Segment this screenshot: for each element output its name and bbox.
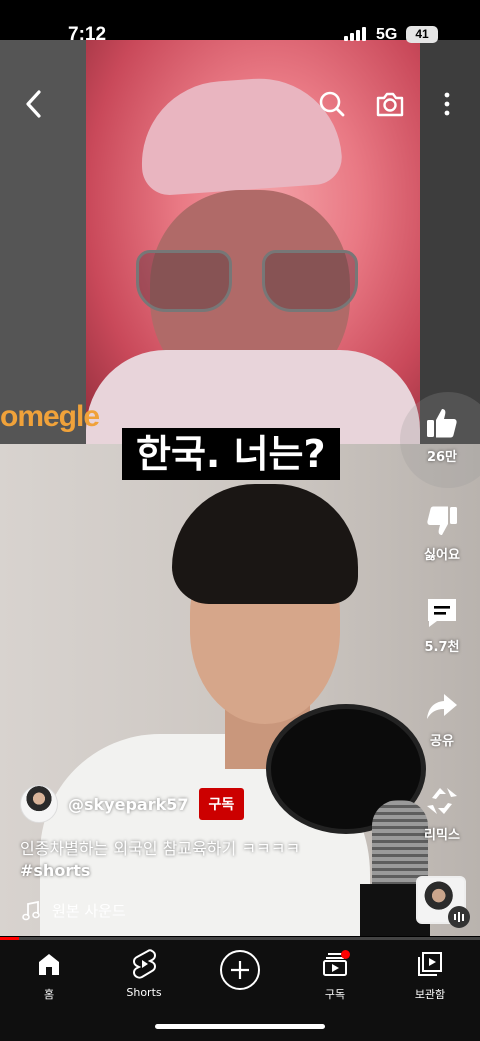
nav-home[interactable]: 홈 xyxy=(9,948,89,1002)
status-time: 7:12 xyxy=(68,24,107,45)
channel-handle[interactable]: @skyepark57 xyxy=(68,795,189,814)
chevron-left-icon xyxy=(26,90,41,118)
cellular-signal-icon xyxy=(344,27,366,41)
network-type: 5G xyxy=(376,26,398,43)
camera-icon xyxy=(376,92,404,117)
channel-row: @skyepark57 구독 xyxy=(20,784,245,824)
nav-subscriptions-label: 구독 xyxy=(324,988,346,1001)
search-button[interactable] xyxy=(312,84,352,124)
remix-button[interactable]: 리믹스 xyxy=(412,780,472,843)
glasses-shape xyxy=(136,250,362,320)
home-indicator xyxy=(155,1024,325,1029)
plus-icon xyxy=(231,961,249,979)
shorts-icon xyxy=(133,949,156,979)
like-button[interactable]: 26만 xyxy=(400,392,480,488)
audio-bars-icon xyxy=(448,906,470,928)
like-count: 26만 xyxy=(426,450,458,465)
sound-thumbnail[interactable] xyxy=(416,876,470,928)
video-caption: 한국. 너는? xyxy=(122,428,340,480)
comment-count: 5.7천 xyxy=(424,640,460,655)
dislike-button[interactable]: 싫어요 xyxy=(412,500,472,563)
nav-home-label: 홈 xyxy=(43,988,55,1001)
comment-icon xyxy=(428,599,456,627)
video-title-text: 인종차별하는 외국인 참교육하기 ㅋㅋㅋㅋ xyxy=(20,839,301,858)
nav-library-label: 보관함 xyxy=(414,988,446,1001)
notification-dot xyxy=(341,950,350,959)
create-button[interactable] xyxy=(200,948,280,992)
share-button[interactable]: 공유 xyxy=(412,686,472,749)
camera-button[interactable] xyxy=(370,84,410,124)
thumbs-up-icon xyxy=(427,409,457,438)
remix-icon xyxy=(427,788,457,814)
nav-shorts[interactable]: Shorts xyxy=(104,948,184,999)
nav-shorts-label: Shorts xyxy=(126,986,162,999)
search-icon xyxy=(319,91,345,117)
dislike-label: 싫어요 xyxy=(424,548,460,563)
more-vertical-icon xyxy=(444,92,450,116)
subscribe-button[interactable]: 구독 xyxy=(198,788,245,820)
back-button[interactable] xyxy=(14,84,54,124)
sound-link[interactable]: 원본 사운드 xyxy=(22,900,126,921)
music-note-icon xyxy=(22,900,40,920)
nav-library[interactable]: 보관함 xyxy=(390,948,470,1002)
share-icon xyxy=(427,694,457,719)
home-icon xyxy=(39,954,59,975)
status-bar: 7:12 5G 41 xyxy=(0,0,480,45)
video-title[interactable]: 인종차별하는 외국인 참교육하기 ㅋㅋㅋㅋ #shorts xyxy=(20,838,400,882)
battery-indicator: 41 xyxy=(406,26,438,43)
sound-label: 원본 사운드 xyxy=(52,902,126,920)
channel-avatar[interactable] xyxy=(20,785,58,823)
share-label: 공유 xyxy=(430,734,454,749)
more-options-button[interactable] xyxy=(432,84,462,124)
nav-subscriptions[interactable]: 구독 xyxy=(295,948,375,1002)
remix-label: 리믹스 xyxy=(424,828,460,843)
omegle-watermark: omegle xyxy=(0,400,100,433)
library-icon xyxy=(418,952,442,976)
comments-button[interactable]: 5.7천 xyxy=(412,592,472,655)
thumbs-down-icon xyxy=(427,506,457,535)
hashtag-link[interactable]: #shorts xyxy=(20,860,400,882)
